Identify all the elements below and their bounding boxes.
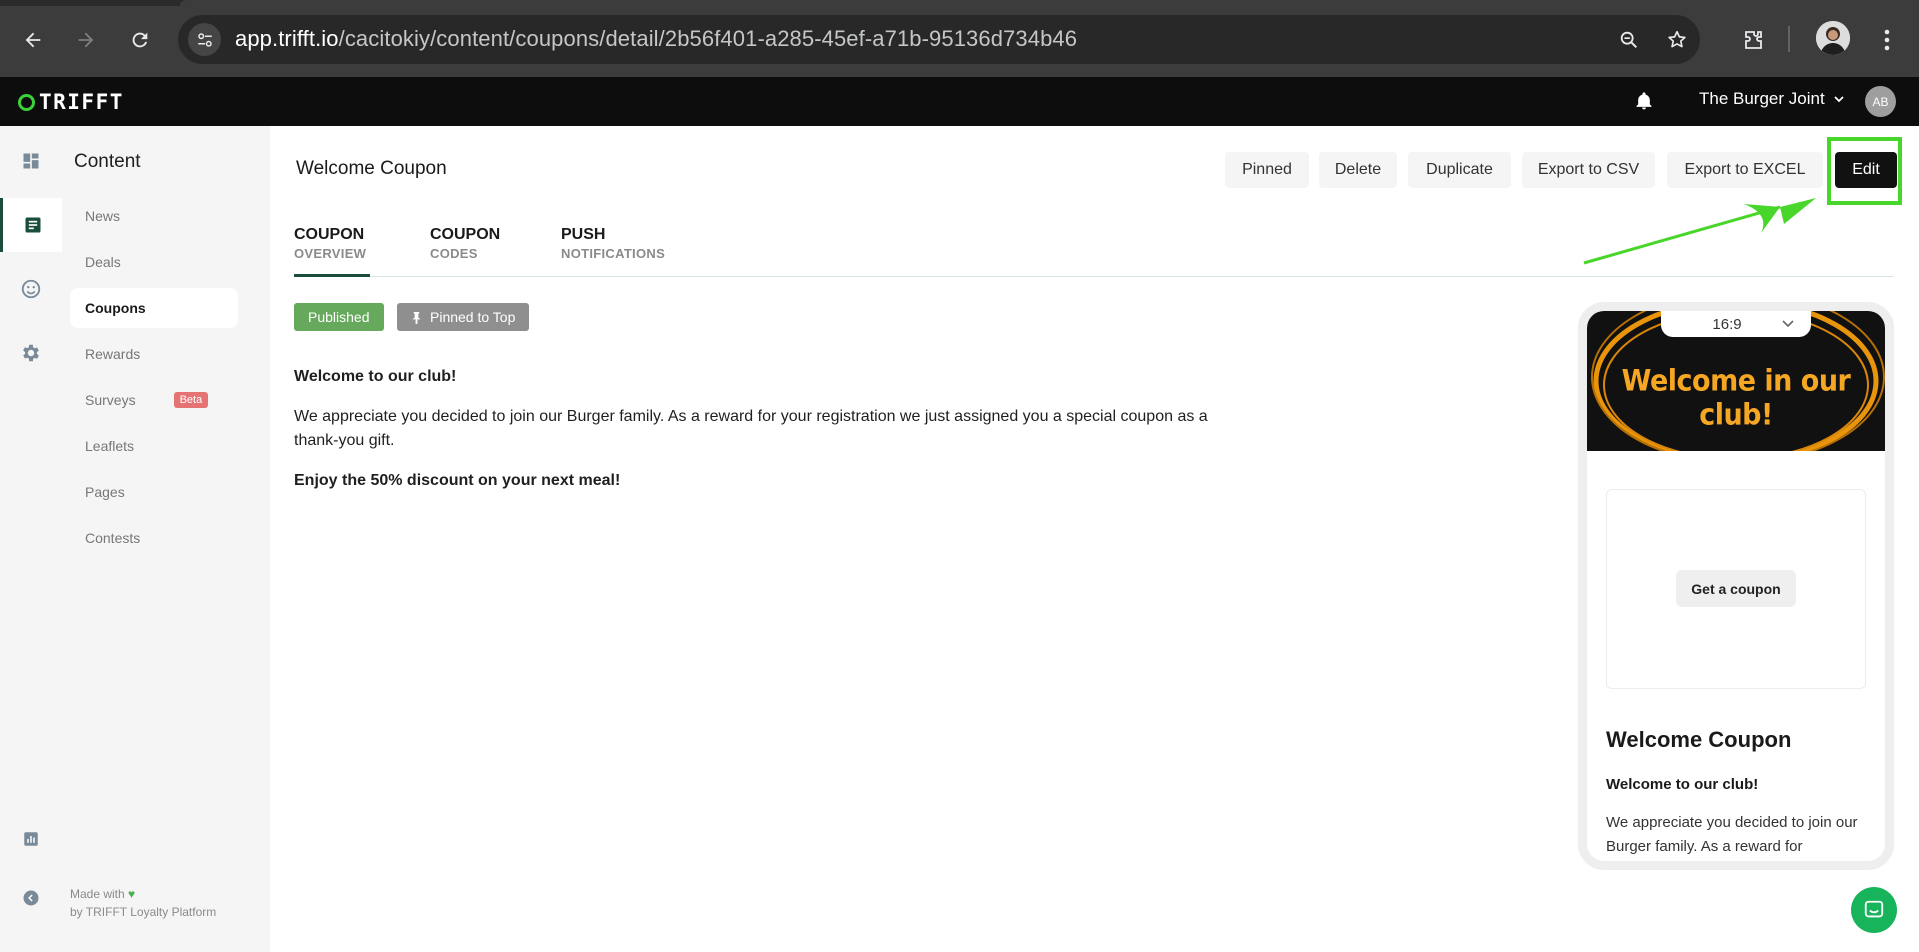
app-header: TRIFFT The Burger Joint AB: [0, 77, 1919, 126]
sidebar-item-label: Surveys: [85, 392, 136, 408]
coupon-card: Get a coupon: [1606, 489, 1866, 689]
collapse-icon[interactable]: [0, 871, 62, 925]
browser-chrome: app.trifft.io/cacitokiy/content/coupons/…: [0, 0, 1919, 77]
content-subnav: Content News Deals Coupons Rewards Surve…: [62, 126, 270, 952]
content-cta: Enjoy the 50% discount on your next meal…: [294, 472, 621, 489]
address-bar[interactable]: app.trifft.io/cacitokiy/content/coupons/…: [178, 15, 1700, 64]
content-body: We appreciate you decided to join our Bu…: [294, 408, 1208, 449]
chat-icon: [1864, 900, 1884, 918]
subnav-title: Content: [74, 151, 141, 172]
extensions-icon[interactable]: [1735, 22, 1771, 58]
tab-line2: CODES: [430, 246, 478, 261]
page-title: Welcome Coupon: [296, 158, 447, 179]
coupon-description: Welcome to our club! We appreciate you d…: [294, 365, 1254, 509]
tab-line1: COUPON: [430, 226, 501, 243]
user-avatar[interactable]: AB: [1865, 86, 1896, 117]
bookmark-star-icon[interactable]: [1662, 25, 1692, 55]
sidebar-item-rewards[interactable]: Rewards: [70, 334, 238, 374]
tab-line2: OVERVIEW: [294, 246, 367, 261]
duplicate-button[interactable]: Duplicate: [1408, 152, 1511, 188]
preview-body: We appreciate you decided to join our Bu…: [1606, 814, 1858, 855]
forward-icon[interactable]: [68, 22, 104, 58]
preview-subtitle: Welcome to our club!: [1606, 776, 1759, 793]
sidebar-item-label: Rewards: [85, 346, 141, 362]
sidebar-item-label: Leaflets: [85, 438, 135, 454]
sidebar-item-leaflets[interactable]: Leaflets: [70, 426, 238, 466]
store-selector[interactable]: The Burger Joint: [1699, 89, 1845, 109]
export-excel-button[interactable]: Export to EXCEL: [1667, 152, 1823, 188]
pinned-to-top-badge: Pinned to Top: [397, 303, 530, 331]
sidebar-item-news[interactable]: News: [70, 196, 238, 236]
pin-icon: [412, 311, 421, 324]
sidebar-item-label: Contests: [85, 530, 141, 546]
gear-icon[interactable]: [0, 326, 62, 380]
toolbar-divider: [1788, 26, 1790, 52]
aspect-ratio-selector[interactable]: 16:9: [1661, 311, 1811, 337]
banner-text: Welcome in our club!: [1621, 363, 1851, 433]
trifft-logo[interactable]: TRIFFT: [18, 90, 124, 114]
url-text[interactable]: app.trifft.io/cacitokiy/content/coupons/…: [235, 26, 1077, 52]
sidebar-item-coupons[interactable]: Coupons: [70, 288, 238, 328]
logo-text: TRIFFT: [39, 90, 124, 114]
beta-badge: Beta: [173, 392, 209, 408]
tab-line2: NOTIFICATIONS: [561, 246, 666, 261]
logo-ring-icon: [18, 93, 35, 111]
sidebar-item-label: Deals: [85, 254, 121, 270]
site-info-icon[interactable]: [188, 23, 221, 56]
menu-kebab-icon[interactable]: [1869, 22, 1905, 58]
get-coupon-button[interactable]: Get a coupon: [1676, 570, 1796, 607]
sidebar-item-label: Coupons: [85, 300, 146, 316]
content-heading: Welcome to our club!: [294, 368, 457, 385]
url-host: app.trifft.io: [235, 26, 339, 51]
mobile-preview: Welcome in our club! 16:9 Get a coupon W…: [1578, 302, 1894, 870]
chevron-down-icon: [1834, 96, 1844, 103]
sidebar-item-surveys[interactable]: Surveys Beta: [70, 380, 238, 420]
edit-button[interactable]: Edit: [1835, 152, 1897, 188]
reload-icon[interactable]: [122, 22, 158, 58]
chat-support-button[interactable]: [1851, 887, 1897, 933]
delete-button[interactable]: Delete: [1319, 152, 1397, 188]
preview-title: Welcome Coupon: [1606, 727, 1792, 752]
tab-coupon-overview[interactable]: COUPON OVERVIEW: [294, 226, 366, 261]
sidebar-item-contests[interactable]: Contests: [70, 518, 238, 558]
sidebar-item-deals[interactable]: Deals: [70, 242, 238, 282]
tab-strip: [0, 0, 1919, 6]
sidebar-item-pages[interactable]: Pages: [70, 472, 238, 512]
made-with-footer: Made with ♥ by TRIFFT Loyalty Platform: [70, 885, 216, 921]
pinned-button[interactable]: Pinned: [1225, 152, 1309, 188]
heart-icon: ♥: [128, 887, 136, 901]
tabs-divider: [294, 276, 1894, 277]
tab-line1: COUPON: [294, 226, 365, 243]
tab-coupon-codes[interactable]: COUPON CODES: [430, 226, 500, 261]
tab-line1: PUSH: [561, 226, 606, 243]
url-path: /cacitokiy/content/coupons/detail/2b56f4…: [338, 26, 1078, 51]
analytics-icon[interactable]: [0, 812, 62, 866]
export-csv-button[interactable]: Export to CSV: [1522, 152, 1655, 188]
back-icon[interactable]: [15, 22, 51, 58]
annotation-arrow: [1583, 198, 1816, 265]
store-name: The Burger Joint: [1699, 89, 1825, 108]
made-by-text: by TRIFFT Loyalty Platform: [70, 905, 217, 919]
notifications-bell-icon[interactable]: [1634, 91, 1654, 116]
active-tab-indicator: [294, 274, 370, 277]
sidebar-item-label: Pages: [85, 484, 125, 500]
pinned-to-top-label: Pinned to Top: [430, 309, 516, 325]
published-badge: Published: [294, 303, 384, 331]
zoom-icon[interactable]: [1614, 25, 1644, 55]
profile-avatar[interactable]: [1816, 21, 1850, 55]
chevron-down-icon: [1782, 320, 1794, 328]
icon-rail: [0, 126, 62, 952]
tab-push-notifications[interactable]: PUSH NOTIFICATIONS: [561, 226, 665, 261]
sidebar-item-label: News: [85, 208, 121, 224]
dashboard-icon[interactable]: [0, 134, 62, 188]
aspect-ratio-value: 16:9: [1712, 315, 1742, 333]
smiley-icon[interactable]: [0, 262, 62, 316]
content-icon[interactable]: [0, 198, 62, 252]
made-with-text: Made with: [70, 887, 125, 901]
